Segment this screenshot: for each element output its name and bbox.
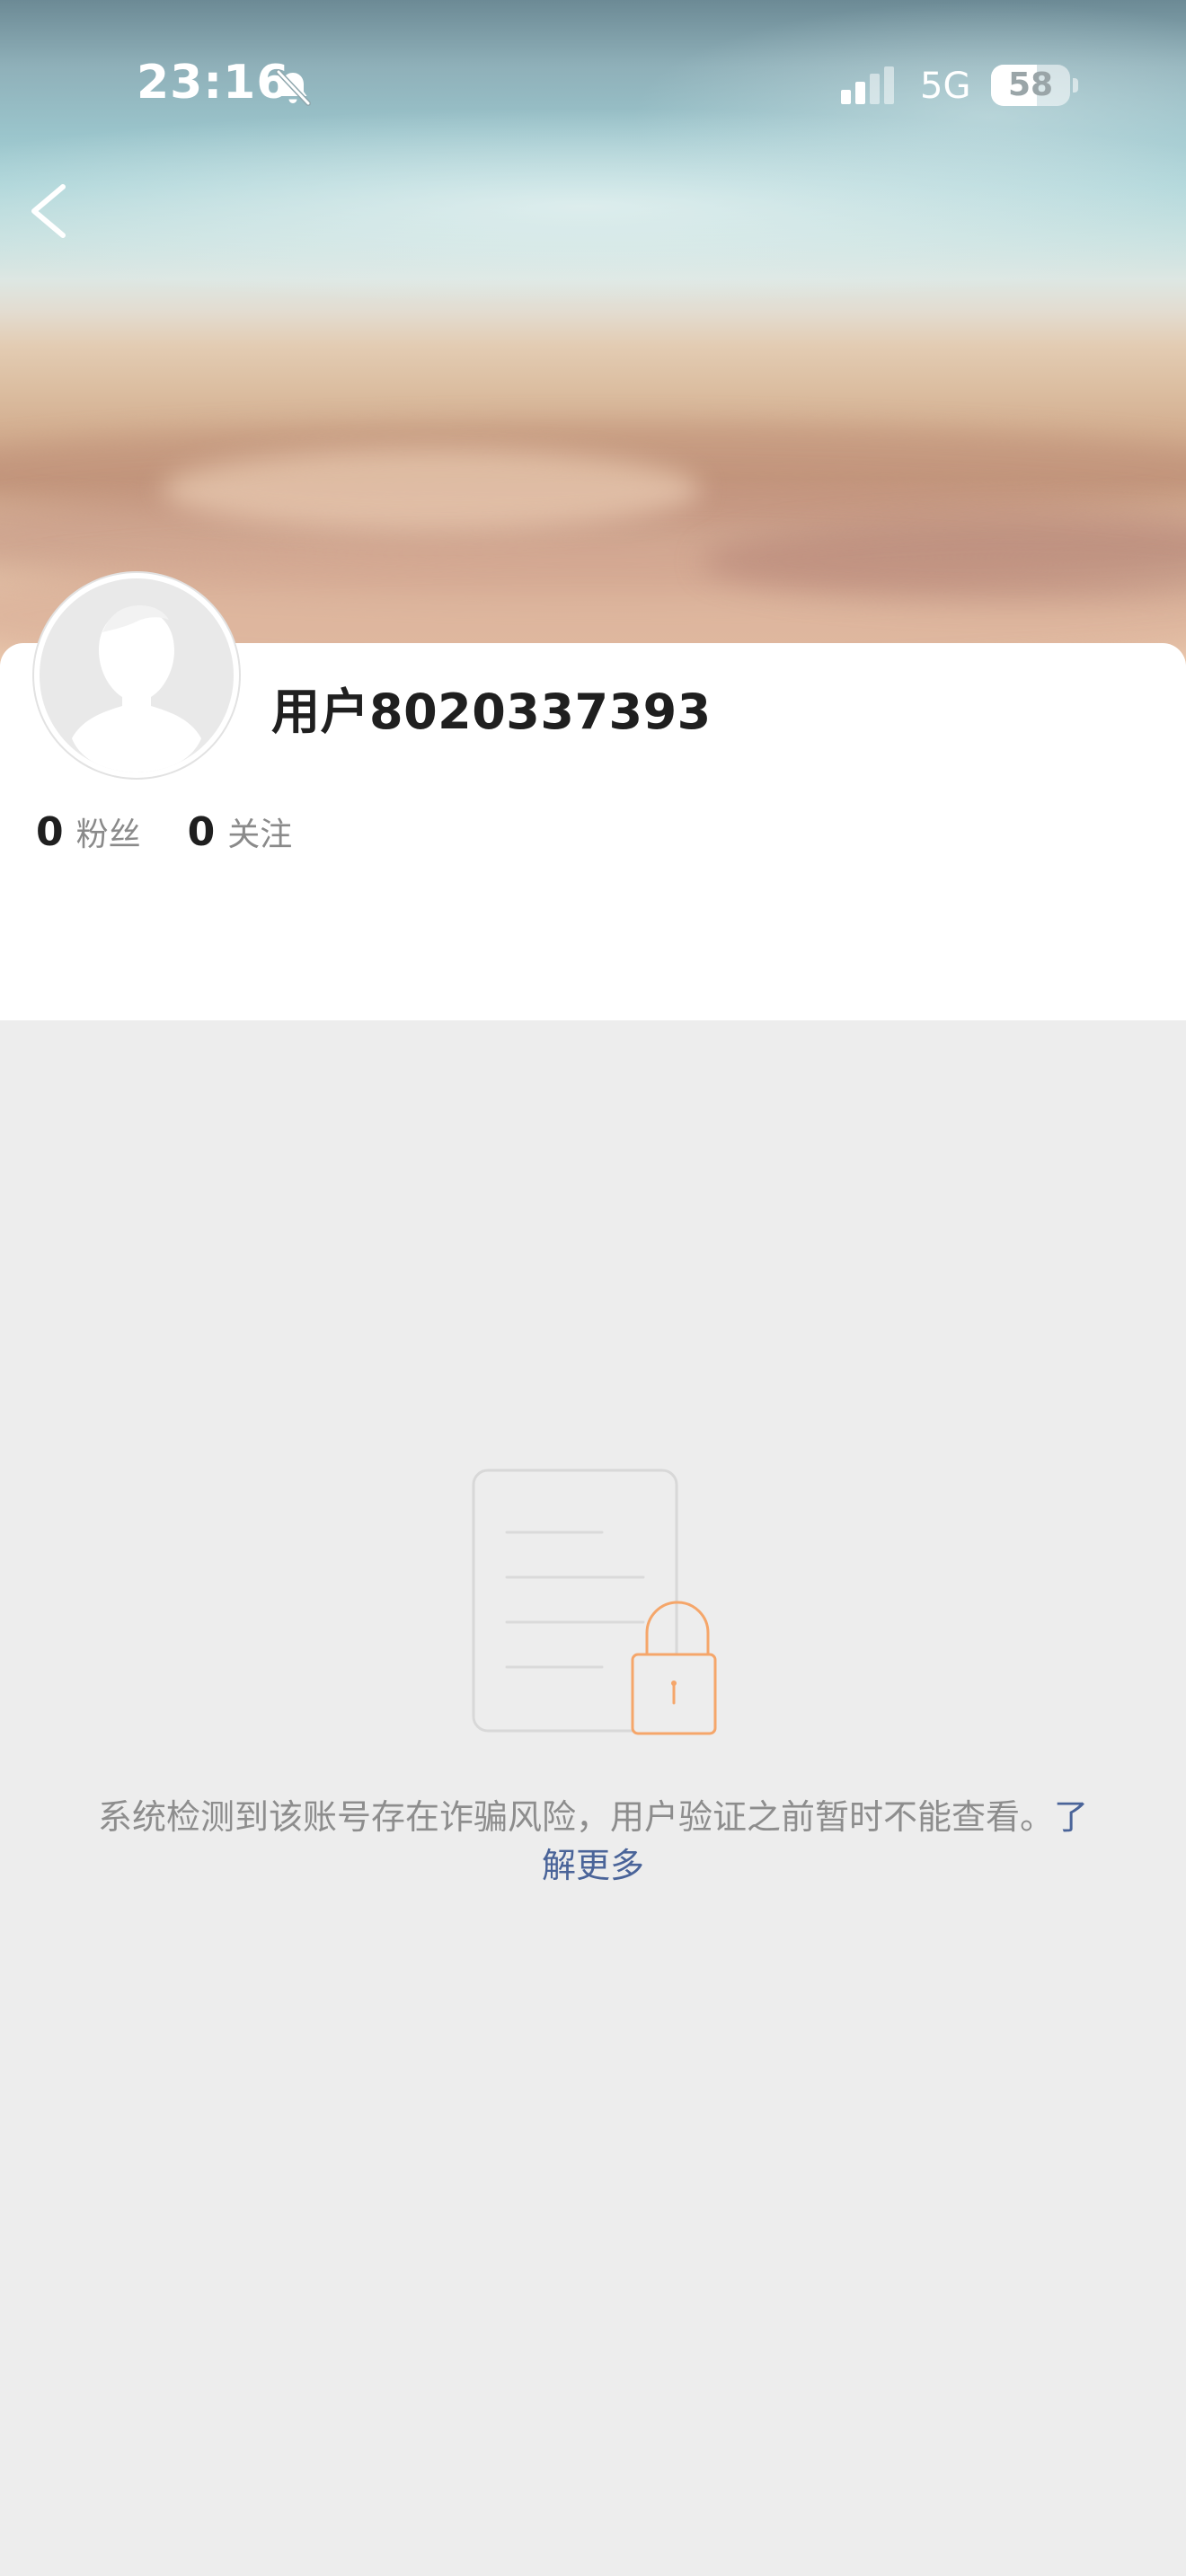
default-avatar-silhouette-icon [40,578,234,772]
profile-stats: 0 粉丝 0 关注 [36,808,339,871]
cover-sand-highlight [162,449,701,530]
locked-document-icon [472,1469,717,1735]
bell-slash-icon [276,69,311,106]
following-count: 0 [187,809,216,855]
battery-level: 58 [1007,66,1054,103]
profile-page: 23:16 5G 58 用户8020337393 0 粉丝 0 关注 系统检测到… [0,0,1186,2576]
followers-stat[interactable]: 0 粉丝 [36,808,141,855]
status-bar: 23:16 5G 58 [0,0,1186,171]
following-label: 关注 [227,816,293,853]
followers-count: 0 [36,809,64,855]
username: 用户8020337393 [271,684,712,740]
locked-message: 系统检测到该账号存在诈骗风险，用户验证之前暂时不能查看。了解更多 [90,1793,1096,1890]
battery-tip [1073,78,1078,93]
following-stat[interactable]: 0 关注 [188,808,293,855]
followers-label: 粉丝 [75,816,141,853]
status-time: 23:16 [137,56,290,110]
avatar[interactable] [34,573,239,778]
locked-message-text: 系统检测到该账号存在诈骗风险，用户验证之前暂时不能查看。 [97,1797,1054,1837]
back-button[interactable] [18,171,99,251]
network-type: 5G [920,66,971,107]
chevron-left-icon [31,184,66,238]
battery-indicator: 58 [991,65,1070,106]
signal-bars-icon [841,66,894,104]
